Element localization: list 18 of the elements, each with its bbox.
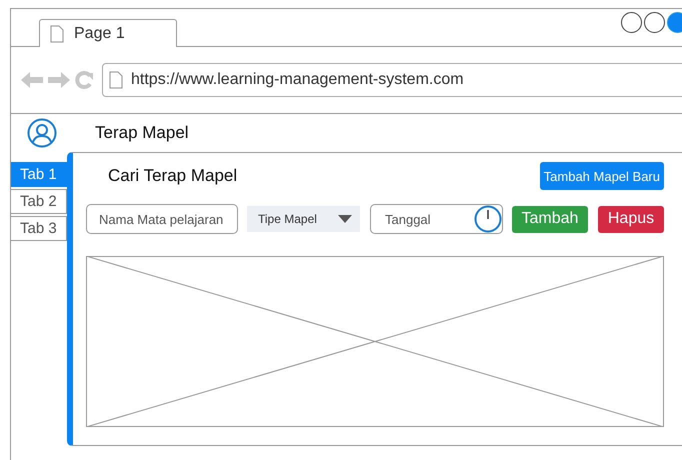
side-tab[interactable]: Tab 2: [11, 189, 67, 214]
side-tab[interactable]: Tab 1: [11, 162, 67, 187]
address-bar[interactable]: https://www.learning-management-system.com: [102, 63, 682, 97]
page-icon: [50, 24, 64, 42]
add-new-button[interactable]: Tambah Mapel Baru: [540, 162, 664, 190]
page-icon: [109, 71, 123, 89]
window-control-icon[interactable]: [644, 12, 665, 33]
tab-title: Page 1: [74, 24, 125, 42]
dropdown-icon: [338, 215, 352, 223]
page-title: Terap Mapel: [95, 123, 189, 143]
side-tab[interactable]: Tab 3: [11, 216, 67, 241]
window-control-icon[interactable]: [621, 12, 642, 33]
delete-button[interactable]: Hapus: [598, 206, 664, 232]
browser-tab[interactable]: Page 1: [39, 19, 177, 47]
type-select[interactable]: Tipe Mapel: [247, 206, 360, 232]
panel-title: Cari Terap Mapel: [108, 166, 238, 186]
user-icon[interactable]: [27, 118, 57, 148]
subject-name-field[interactable]: Nama Mata pelajaran: [86, 204, 238, 234]
